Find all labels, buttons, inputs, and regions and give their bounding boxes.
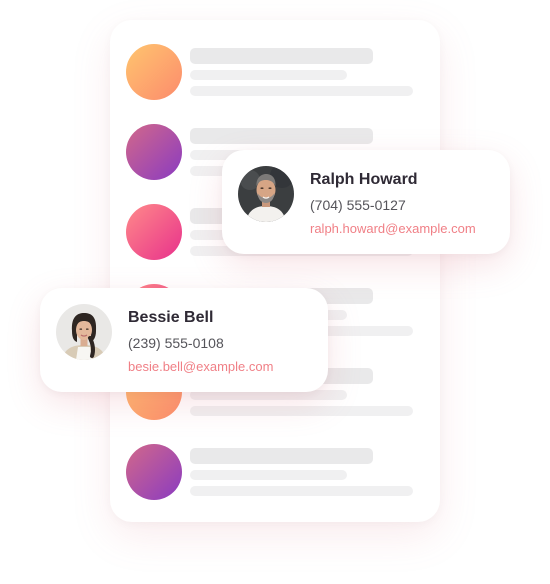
avatar-placeholder: [126, 444, 182, 500]
list-item[interactable]: [126, 44, 416, 100]
skeleton-line: [190, 70, 347, 80]
skeleton-line: [190, 406, 413, 416]
contact-phone: (239) 555-0108: [128, 335, 224, 351]
contact-email-link[interactable]: ralph.howard@example.com: [310, 221, 476, 236]
skeleton-line: [190, 128, 373, 144]
skeleton-line: [190, 470, 347, 480]
contact-email-link[interactable]: besie.bell@example.com: [128, 359, 273, 374]
skeleton-line: [190, 448, 373, 464]
avatar-placeholder: [126, 44, 182, 100]
avatar: [238, 166, 294, 222]
skeleton-line: [190, 486, 413, 496]
avatar: [56, 304, 112, 360]
skeleton-line: [190, 86, 413, 96]
man-avatar-icon: [238, 166, 294, 222]
contact-card-bessie-bell[interactable]: Bessie Bell (239) 555-0108 besie.bell@ex…: [40, 288, 328, 392]
list-item[interactable]: [126, 444, 416, 500]
contact-card-ralph-howard[interactable]: Ralph Howard (704) 555-0127 ralph.howard…: [222, 150, 510, 254]
contact-list-card: [110, 20, 440, 522]
contact-name: Ralph Howard: [310, 171, 418, 188]
contact-phone: (704) 555-0127: [310, 197, 406, 213]
avatar-placeholder: [126, 204, 182, 260]
skeleton-line: [190, 48, 373, 64]
contact-name: Bessie Bell: [128, 309, 214, 326]
woman-avatar-icon: [56, 304, 112, 360]
avatar-placeholder: [126, 124, 182, 180]
